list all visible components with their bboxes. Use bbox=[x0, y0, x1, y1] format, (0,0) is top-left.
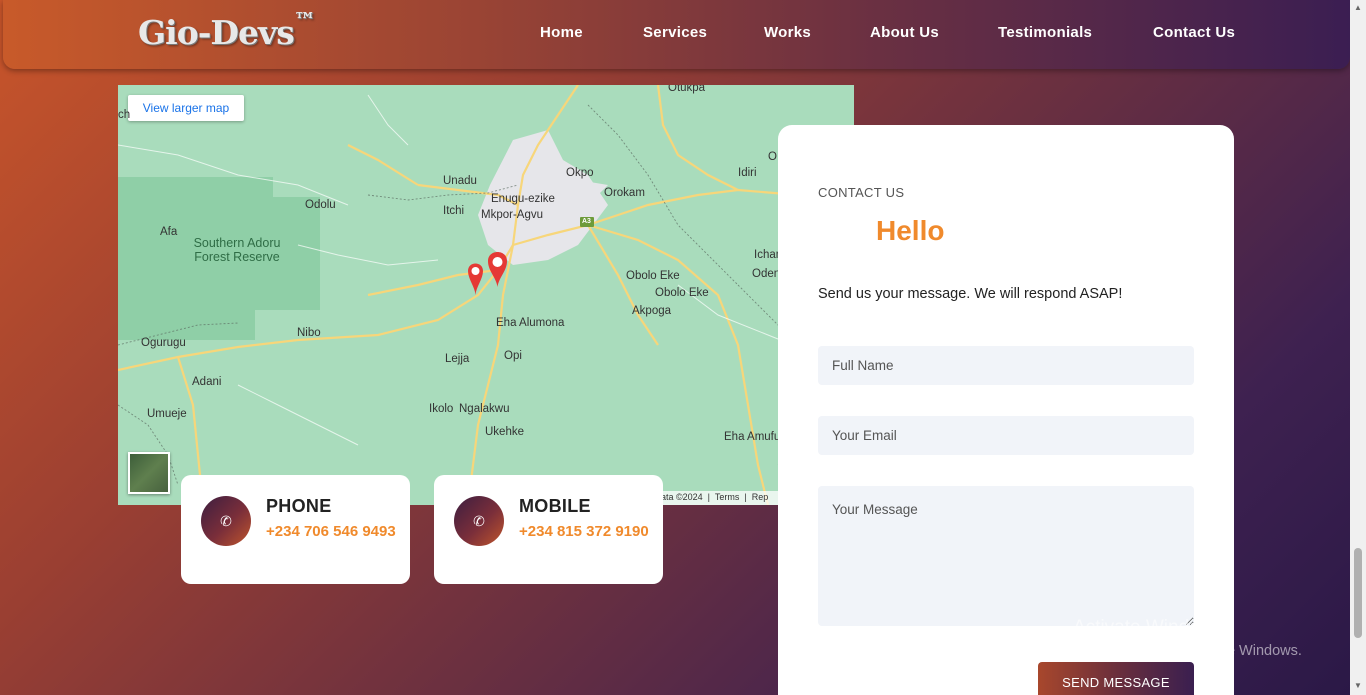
map-label: Umueje bbox=[147, 408, 187, 420]
full-name-input[interactable] bbox=[818, 346, 1194, 385]
mobile-number[interactable]: +234 815 372 9190 bbox=[519, 520, 649, 544]
map-label: Oden bbox=[752, 268, 781, 280]
map-label: Lejja bbox=[445, 353, 470, 365]
satellite-toggle[interactable] bbox=[128, 452, 170, 494]
page-scrollbar[interactable]: ▲ ▼ bbox=[1350, 0, 1366, 695]
send-message-button[interactable]: SEND MESSAGE bbox=[1038, 662, 1194, 695]
map-label: ch bbox=[118, 109, 131, 121]
contact-heading: Hello bbox=[876, 215, 945, 246]
logo-trademark: ™ bbox=[293, 8, 316, 34]
email-input[interactable] bbox=[818, 416, 1194, 455]
map-label: O bbox=[768, 151, 777, 163]
map-label: Obolo Eke bbox=[626, 270, 680, 282]
mobile-card: ✆ MOBILE +234 815 372 9190 bbox=[434, 475, 663, 584]
map-label: Mkpor-Agvu bbox=[481, 209, 543, 221]
contact-form-card: CONTACT US Hello Send us your message. W… bbox=[778, 125, 1234, 695]
map-label: Idiri bbox=[738, 167, 757, 179]
map-label: Nibo bbox=[297, 327, 321, 339]
map-label: Opi bbox=[504, 350, 522, 362]
google-map[interactable]: View larger map Otukpa Okpo Idiri Unadu … bbox=[118, 85, 854, 505]
map-label: Adani bbox=[192, 376, 222, 388]
scrollbar-thumb[interactable] bbox=[1354, 548, 1362, 638]
map-label: Afa bbox=[160, 226, 178, 238]
map-terms-link[interactable]: Terms bbox=[715, 492, 740, 502]
site-header: Gio-Devs™ Home Services Works About Us T… bbox=[3, 0, 1350, 69]
contact-lead: Send us your message. We will respond AS… bbox=[818, 286, 1123, 302]
view-larger-map-link[interactable]: View larger map bbox=[128, 95, 244, 121]
map-label: Okpo bbox=[566, 167, 594, 179]
nav-services[interactable]: Services bbox=[643, 24, 707, 41]
mobile-title: MOBILE bbox=[519, 496, 591, 516]
map-label: Akpoga bbox=[632, 305, 672, 317]
watermark-subtitle: Go to Settings to activate Windows. bbox=[1073, 643, 1302, 659]
map-label: Ikolo bbox=[429, 403, 454, 415]
map-label: Obolo Eke bbox=[655, 287, 709, 299]
nav-works[interactable]: Works bbox=[764, 24, 811, 41]
scroll-up-icon[interactable]: ▲ bbox=[1354, 3, 1362, 12]
map-label: Unadu bbox=[443, 175, 477, 187]
map-label: Enugu-ezike bbox=[491, 193, 555, 205]
map-pin-2 bbox=[488, 252, 507, 287]
nav-home[interactable]: Home bbox=[540, 24, 583, 41]
phone-card: ✆ PHONE +234 706 546 9493 bbox=[181, 475, 410, 584]
watermark-title: Activate Windows bbox=[1073, 617, 1223, 638]
map-label: Ngalakwu bbox=[459, 403, 510, 415]
map-label: Odolu bbox=[305, 199, 336, 211]
map-copyright: data ©2024 bbox=[656, 492, 703, 502]
map-label-forest: Southern Adoru Forest Reserve bbox=[193, 236, 281, 264]
map-label: Eha Amufu bbox=[724, 431, 781, 443]
map-label: Orokam bbox=[604, 187, 645, 199]
phone-icon: ✆ bbox=[201, 496, 251, 546]
map-label: Otukpa bbox=[668, 85, 706, 94]
message-textarea[interactable] bbox=[818, 486, 1194, 626]
nav-about-us[interactable]: About Us bbox=[870, 24, 939, 41]
map-report-link[interactable]: Rep bbox=[752, 492, 769, 502]
map-label: Eha Alumona bbox=[496, 317, 565, 329]
phone-title: PHONE bbox=[266, 496, 332, 516]
phone-icon: ✆ bbox=[454, 496, 504, 546]
logo-text: Gio-Devs bbox=[138, 13, 295, 52]
nav-contact-us[interactable]: Contact Us bbox=[1153, 24, 1235, 41]
map-label: Itchi bbox=[443, 205, 465, 217]
scroll-down-icon[interactable]: ▼ bbox=[1354, 681, 1362, 690]
site-logo[interactable]: Gio-Devs™ bbox=[138, 8, 316, 52]
phone-number[interactable]: +234 706 546 9493 bbox=[266, 520, 396, 544]
nav-testimonials[interactable]: Testimonials bbox=[998, 24, 1092, 41]
map-label: Ogurugu bbox=[141, 337, 186, 349]
map-label: Ukehke bbox=[485, 426, 524, 438]
activate-windows-watermark: Activate Windows Go to Settings to activ… bbox=[1073, 617, 1302, 659]
map-label-highway: A3 bbox=[582, 218, 591, 225]
contact-eyebrow: CONTACT US bbox=[818, 185, 905, 200]
